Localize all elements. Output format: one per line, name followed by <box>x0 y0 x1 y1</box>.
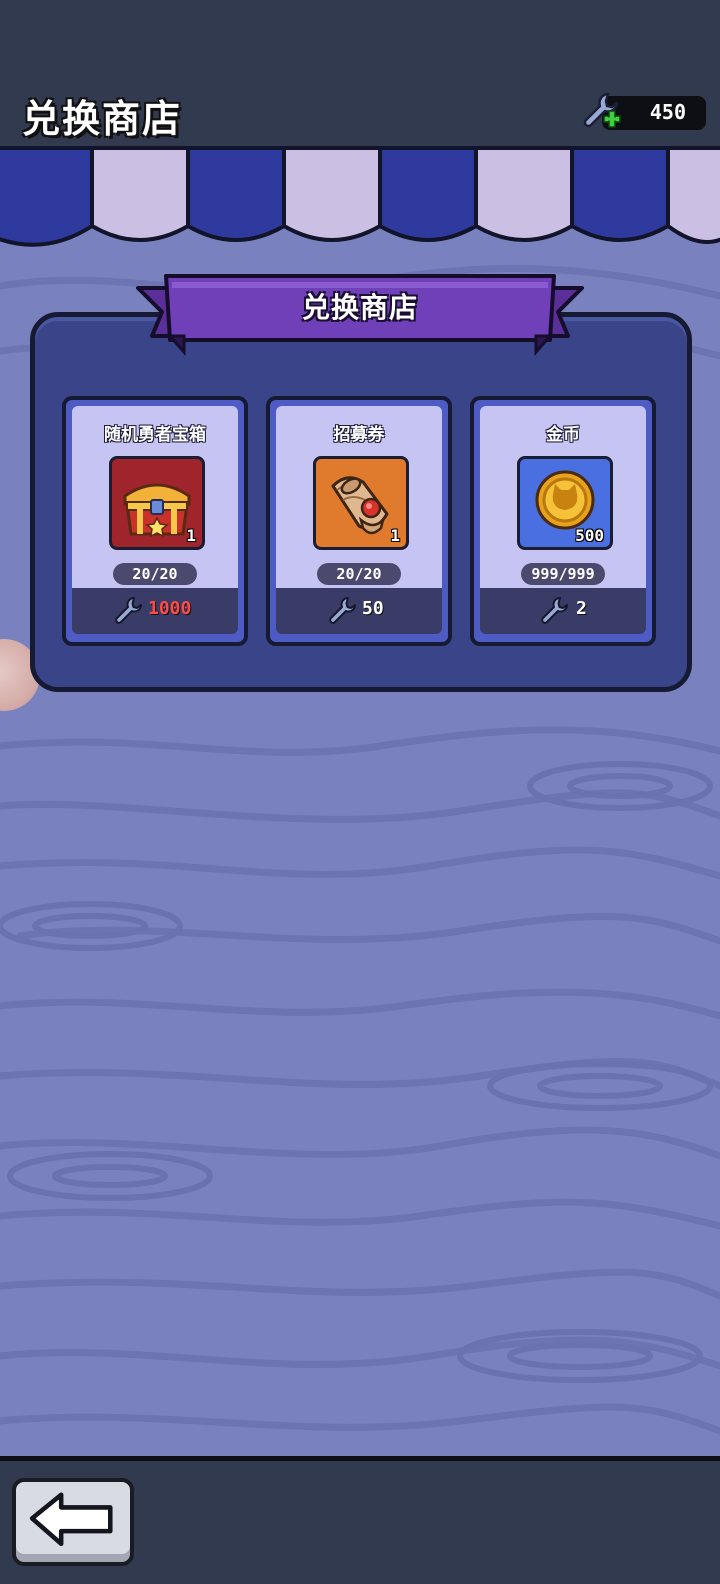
item-name: 金币 <box>546 425 580 445</box>
shop-item-card[interactable]: 招募券 1 20/20 50 <box>266 396 452 646</box>
item-stock: 20/20 <box>113 563 197 585</box>
item-icon-frame: 1 <box>313 456 409 550</box>
wrench-icon <box>115 597 142 624</box>
item-name: 随机勇者宝箱 <box>104 425 206 445</box>
shop-item-card[interactable]: 金币 500 999/999 2 <box>470 396 656 646</box>
wrench-icon <box>329 597 356 624</box>
item-icon-frame: 500 <box>517 456 613 550</box>
shop-item-card[interactable]: 随机勇者宝箱 1 20/20 1000 <box>62 396 248 646</box>
page-title: 兑换商店 <box>22 97 183 141</box>
price-value: 2 <box>576 598 587 619</box>
item-stock: 20/20 <box>317 563 401 585</box>
shop-item-body: 金币 500 999/999 <box>480 406 646 588</box>
wrench-plus-icon[interactable] <box>580 90 624 134</box>
shop-item-body: 随机勇者宝箱 1 20/20 <box>72 406 238 588</box>
back-button[interactable] <box>12 1478 134 1566</box>
item-quantity: 500 <box>575 526 604 545</box>
back-arrow-icon <box>29 1492 113 1547</box>
price-button[interactable]: 50 <box>276 588 442 634</box>
shop-banner-title: 兑换商店 <box>301 291 418 324</box>
item-name: 招募券 <box>333 425 385 445</box>
item-icon-frame: 1 <box>109 456 205 550</box>
item-quantity: 1 <box>186 526 196 545</box>
top-bar: 兑换商店 450 <box>0 0 720 146</box>
shop-item-body: 招募券 1 20/20 <box>276 406 442 588</box>
shop-awning <box>0 146 720 247</box>
price-value: 1000 <box>148 598 192 619</box>
wrench-icon <box>541 597 568 624</box>
price-button[interactable]: 2 <box>480 588 646 634</box>
price-button[interactable]: 1000 <box>72 588 238 634</box>
currency-value: 450 <box>649 100 686 124</box>
item-quantity: 1 <box>390 526 400 545</box>
item-stock: 999/999 <box>521 563 605 585</box>
price-value: 50 <box>362 598 384 619</box>
